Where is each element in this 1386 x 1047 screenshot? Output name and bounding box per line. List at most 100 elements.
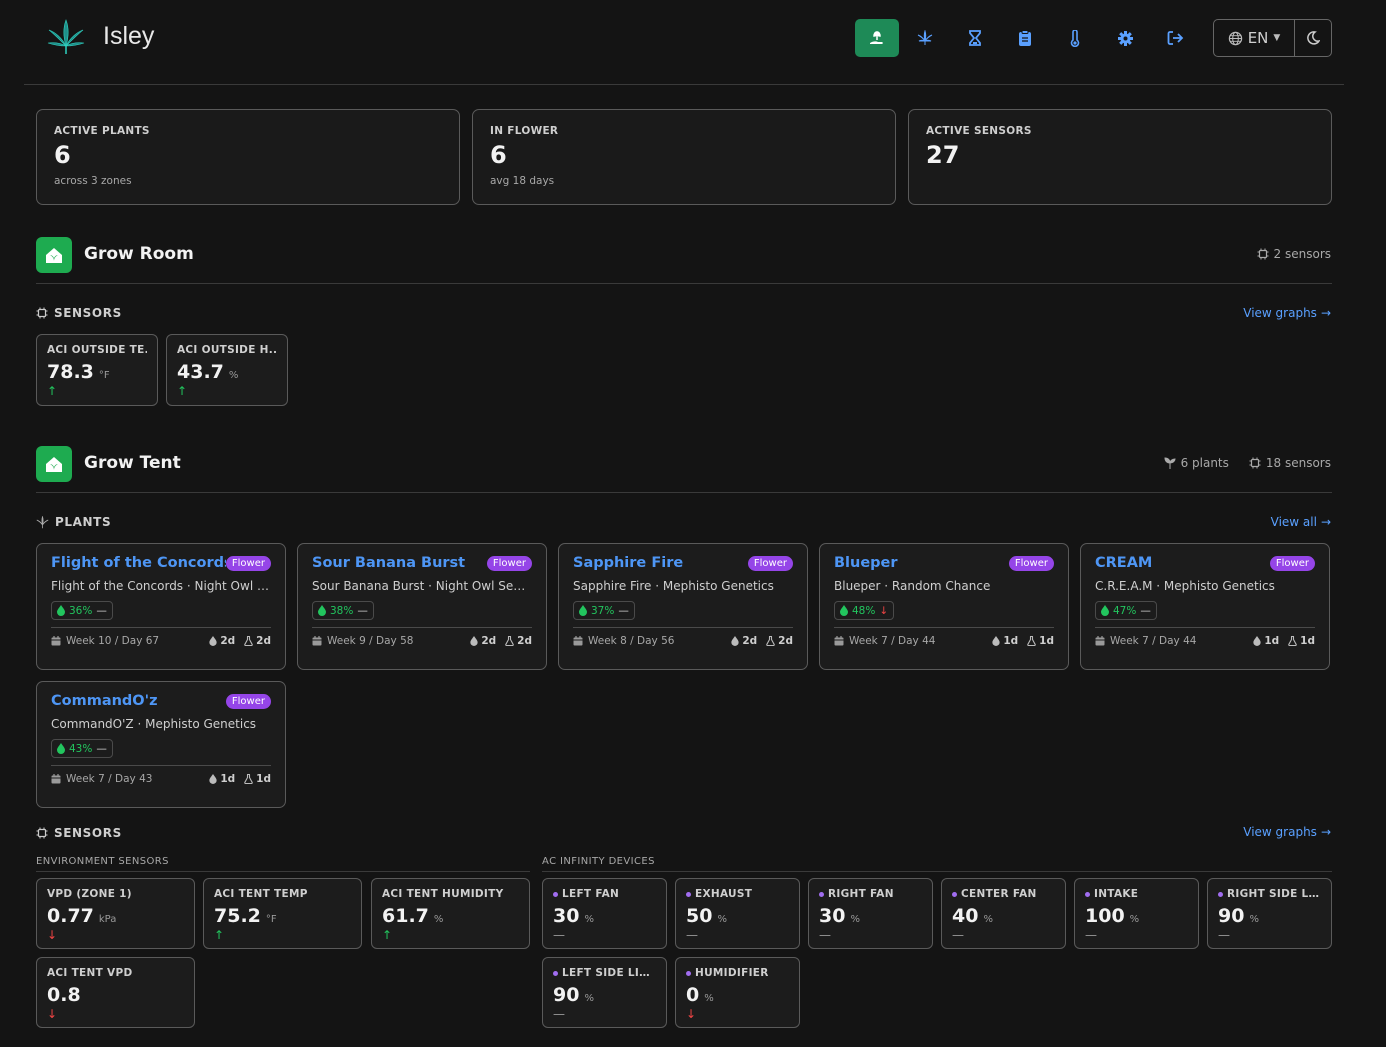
flask-icon [505, 636, 514, 646]
link-text: View all [1270, 515, 1317, 529]
sensor-tile[interactable]: ACI TENT TEMP 75.2 °F ↑ [203, 878, 362, 949]
device-tile[interactable]: LEFT FAN 30% — [542, 878, 667, 949]
plant-card[interactable]: Sour Banana Burst Flower Sour Banana Burst… [297, 543, 547, 670]
nav-history-button[interactable] [953, 19, 997, 57]
plant-name[interactable]: CommandO'z [51, 693, 158, 709]
flask-icon [766, 636, 775, 646]
droplet-icon [57, 743, 65, 754]
device-tile[interactable]: LEFT SIDE LIGHT 90% — [542, 957, 667, 1028]
sensor-unit: % [228, 370, 239, 381]
plant-name[interactable]: Blueper [834, 555, 898, 571]
sensor-tile[interactable]: ACI TENT VPD 0.8 ↓ [36, 957, 195, 1028]
nav-plants-button[interactable] [855, 19, 899, 57]
stat-label: IN FLOWER [490, 125, 559, 137]
last-watered: 1d [1003, 635, 1019, 647]
plant-age: Week 7 / Day 44 [849, 635, 936, 647]
plant-name[interactable]: Flight of the Concords [51, 555, 226, 571]
zone-title[interactable]: Grow Room [84, 244, 194, 264]
card-divider [51, 765, 271, 766]
theme-toggle-button[interactable] [1295, 20, 1331, 56]
sensor-value: 78.3 [47, 361, 94, 383]
moisture-trend: — [618, 604, 629, 617]
calendar-icon [573, 636, 583, 646]
moisture-trend: ↓ [879, 604, 889, 617]
plant-card[interactable]: Blueper Flower Blueper · Random Chance 48% ↓… [819, 543, 1069, 670]
brand-name[interactable]: Isley [103, 22, 154, 51]
sensor-tile[interactable]: VPD (ZONE 1) 0.77 kPa ↓ [36, 878, 195, 949]
arrow-right-icon: → [1320, 306, 1331, 320]
zone-divider [36, 492, 1332, 493]
plant-card[interactable]: CREAM Flower C.R.E.A.M · Mephisto Genetics… [1080, 543, 1330, 670]
plant-name[interactable]: Sour Banana Burst [312, 555, 465, 571]
stage-badge: Flower [225, 693, 271, 709]
sensor-name: VPD (ZONE 1) [47, 888, 132, 900]
nav-logs-button[interactable] [1003, 19, 1047, 57]
sensor-name: RIGHT SIDE LI... [1227, 888, 1321, 900]
plant-count: 6 plants [1180, 456, 1229, 470]
language-dropdown[interactable]: EN ▼ [1214, 20, 1295, 56]
zone-title[interactable]: Grow Tent [84, 453, 181, 473]
view-all-link[interactable]: View all → [1271, 515, 1331, 529]
section-label-text: SENSORS [54, 306, 122, 320]
last-fed: 1d [1039, 635, 1054, 647]
device-status-dot [686, 970, 691, 976]
sensor-tile[interactable]: ACI OUTSIDE TE... 78.3 °F ↑ [36, 334, 158, 406]
stage-badge: Flower [1008, 555, 1054, 571]
card-divider [834, 627, 1054, 628]
view-graphs-link[interactable]: View graphs → [1243, 825, 1331, 839]
sensor-value: 75.2 [214, 905, 261, 927]
moisture-badge: 37% — [573, 601, 635, 620]
sensor-unit: % [584, 914, 594, 925]
moisture-badge: 36% — [51, 601, 113, 620]
plant-age: Week 7 / Day 44 [1110, 635, 1197, 647]
plant-card[interactable]: Flight of the Concords Flower Flight of th… [36, 543, 286, 670]
cannabis-logo-icon[interactable] [46, 18, 86, 56]
device-tile[interactable]: EXHAUST 50% — [675, 878, 800, 949]
sensor-tile[interactable]: ACI TENT HUMIDITY 61.7% ↑ [371, 878, 530, 949]
trend-up-icon: ↑ [214, 928, 225, 942]
moisture-value: 36% [69, 604, 93, 617]
device-tile[interactable]: RIGHT FAN 30% — [808, 878, 933, 949]
flask-icon [1288, 636, 1297, 646]
device-tile[interactable]: CENTER FAN 40% — [941, 878, 1066, 949]
trend-flat-icon: — [819, 928, 831, 942]
subsection-divider [542, 871, 1332, 872]
device-tile[interactable]: RIGHT SIDE LI... 90% — [1207, 878, 1332, 949]
cannabis-leaf-icon [36, 515, 49, 529]
moisture-value: 48% [852, 604, 876, 617]
sensor-unit: kPa [98, 914, 117, 925]
view-graphs-link[interactable]: View graphs → [1243, 306, 1331, 320]
stage-badge: Flower [486, 555, 532, 571]
sensor-name: CENTER FAN [961, 888, 1037, 900]
stat-value: 6 [490, 141, 507, 169]
nav-logout-button[interactable] [1153, 19, 1197, 57]
plant-card[interactable]: Sapphire Fire Flower Sapphire Fire · Mephi… [558, 543, 808, 670]
nav-settings-button[interactable] [1103, 19, 1147, 57]
droplet-icon [731, 636, 739, 646]
nav-sensors-button[interactable] [1053, 19, 1097, 57]
droplet-icon [318, 605, 326, 616]
nav-strains-button[interactable] [903, 19, 947, 57]
droplet-icon [840, 605, 848, 616]
plant-strain: Sapphire Fire · Mephisto Genetics [573, 579, 774, 593]
chip-icon [1249, 457, 1261, 469]
last-fed: 2d [517, 635, 532, 647]
plant-name[interactable]: Sapphire Fire [573, 555, 683, 571]
calendar-icon [51, 636, 61, 646]
device-tile[interactable]: HUMIDIFIER 0% ↓ [675, 957, 800, 1028]
device-tile[interactable]: INTAKE 100% — [1074, 878, 1199, 949]
subsection-divider [36, 871, 530, 872]
sensor-unit: % [584, 993, 594, 1004]
plant-card[interactable]: CommandO'z Flower CommandO'Z · Mephisto Ge… [36, 681, 286, 808]
moon-icon [1306, 31, 1320, 45]
moisture-badge: 43% — [51, 739, 113, 758]
stat-sub: across 3 zones [54, 175, 132, 187]
moisture-value: 47% [1113, 604, 1137, 617]
plant-strain: C.R.E.A.M · Mephisto Genetics [1095, 579, 1275, 593]
sensor-count: 2 sensors [1273, 247, 1331, 261]
plant-name[interactable]: CREAM [1095, 555, 1152, 571]
sensor-tile[interactable]: ACI OUTSIDE H... 43.7% ↑ [166, 334, 288, 406]
zone-icon [36, 237, 72, 273]
sensor-value: 30 [553, 905, 580, 927]
droplet-icon [209, 774, 217, 784]
